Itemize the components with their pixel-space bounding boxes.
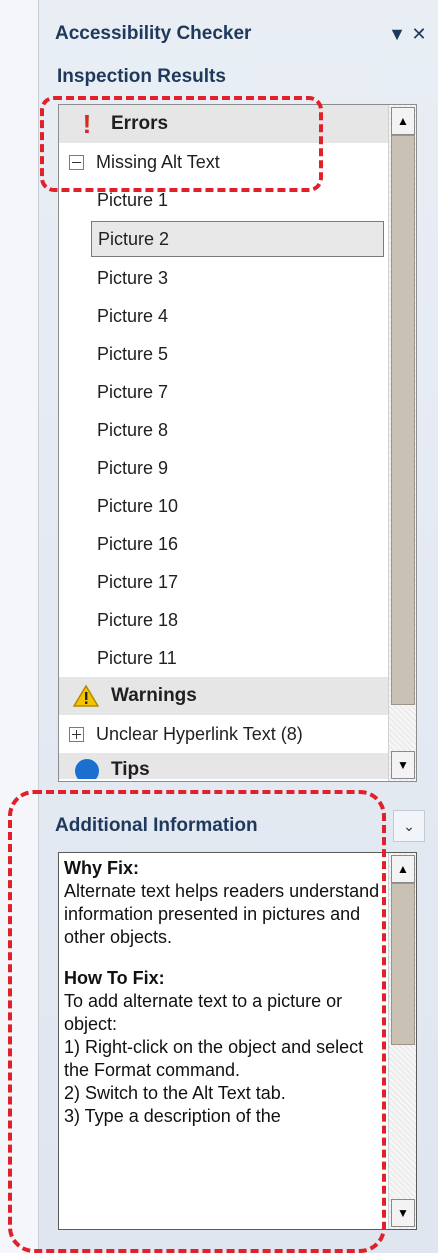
error-item[interactable]: Picture 18 (59, 601, 389, 639)
additional-information-box[interactable]: Why Fix: Alternate text helps readers un… (58, 852, 417, 1230)
scroll-up-button[interactable]: ▲ (391, 107, 415, 135)
error-item[interactable]: Picture 2 (91, 221, 384, 257)
category-label: Missing Alt Text (96, 151, 220, 172)
scroll-up-button[interactable]: ▲ (391, 855, 415, 883)
additional-information-heading: Additional Information (55, 815, 258, 836)
collapse-icon[interactable] (69, 154, 84, 170)
warning-triangle-icon (73, 684, 101, 708)
tips-group-header[interactable]: Tips (59, 753, 389, 779)
errors-label: Errors (111, 113, 169, 134)
error-item[interactable]: Picture 8 (59, 411, 389, 449)
unclear-hyperlink-category[interactable]: Unclear Hyperlink Text (8) (59, 715, 389, 753)
missing-alt-text-category[interactable]: Missing Alt Text (59, 143, 389, 181)
error-item[interactable]: Picture 1 (59, 181, 389, 219)
inspection-results-list[interactable]: ! Errors Missing Alt Text Picture 1 Pictu… (58, 104, 417, 782)
category-label: Unclear Hyperlink Text (8) (96, 723, 303, 744)
warnings-label: Warnings (111, 685, 197, 706)
pane-titlebar: Accessibility Checker ▼ ✕ (55, 18, 430, 50)
info-text: Why Fix: Alternate text helps readers un… (64, 857, 384, 1128)
how-to-fix-intro: To add alternate text to a picture or ob… (64, 991, 343, 1034)
additional-information-header: Additional Information ⌄ (55, 808, 425, 844)
warnings-group-header[interactable]: Warnings (59, 677, 389, 715)
error-item[interactable]: Picture 7 (59, 373, 389, 411)
tips-label: Tips (111, 759, 150, 779)
error-item[interactable]: Picture 5 (59, 335, 389, 373)
error-item[interactable]: Picture 16 (59, 525, 389, 563)
close-icon[interactable]: ✕ (408, 24, 430, 45)
scroll-down-button[interactable]: ▼ (391, 1199, 415, 1227)
error-item[interactable]: Picture 11 (59, 639, 389, 677)
step-1: 1) Right-click on the object and select … (64, 1037, 364, 1080)
scroll-thumb[interactable] (391, 883, 415, 1045)
how-to-fix-heading: How To Fix: (64, 968, 165, 988)
scroll-down-button[interactable]: ▼ (391, 751, 415, 779)
error-item[interactable]: Picture 17 (59, 563, 389, 601)
why-fix-text: Alternate text helps readers understand … (64, 881, 380, 947)
info-icon (73, 759, 101, 779)
errors-group-header[interactable]: ! Errors (59, 105, 389, 143)
error-item[interactable]: Picture 9 (59, 449, 389, 487)
error-item[interactable]: Picture 10 (59, 487, 389, 525)
step-2: 2) Switch to the Alt Text tab. (64, 1083, 286, 1103)
results-tree: ! Errors Missing Alt Text Picture 1 Pictu… (59, 105, 389, 781)
scroll-thumb[interactable] (391, 135, 415, 705)
pane-options-dropdown-icon[interactable]: ▼ (386, 24, 408, 45)
exclamation-icon: ! (82, 109, 92, 139)
results-scrollbar[interactable]: ▲ ▼ (388, 105, 416, 781)
step-3: 3) Type a description of the (64, 1106, 281, 1126)
info-scrollbar[interactable]: ▲ ▼ (388, 853, 416, 1229)
chevron-down-icon[interactable]: ⌄ (393, 810, 425, 842)
error-item[interactable]: Picture 3 (59, 259, 389, 297)
error-item[interactable]: Picture 4 (59, 297, 389, 335)
why-fix-heading: Why Fix: (64, 858, 139, 878)
inspection-results-heading: Inspection Results (57, 66, 226, 87)
pane-title: Accessibility Checker (55, 23, 252, 44)
expand-icon[interactable] (69, 726, 84, 742)
error-items: Picture 1 Picture 2 Picture 3 Picture 4 Pict… (59, 181, 389, 677)
